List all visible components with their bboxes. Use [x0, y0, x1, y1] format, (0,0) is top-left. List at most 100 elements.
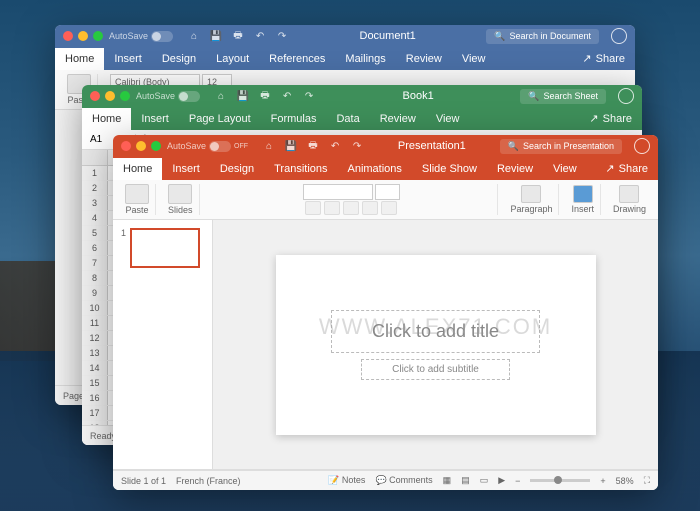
row-header[interactable]: 9	[82, 286, 108, 300]
tab-formulas[interactable]: Formulas	[261, 108, 327, 130]
slide-thumbnail[interactable]: 1	[121, 228, 204, 268]
tab-references[interactable]: References	[259, 48, 335, 70]
redo-icon[interactable]: ↷	[302, 89, 316, 103]
zoom-slider[interactable]	[530, 479, 590, 482]
zoom-in-button[interactable]: +	[600, 476, 605, 486]
row-header[interactable]: 13	[82, 346, 108, 360]
fit-window-icon[interactable]: ⛶	[644, 475, 650, 486]
maximize-button[interactable]	[151, 141, 161, 151]
title-placeholder[interactable]: Click to add title	[331, 310, 540, 353]
share-button[interactable]: ↗Share	[579, 107, 642, 130]
close-button[interactable]	[121, 141, 131, 151]
home-icon[interactable]: ⌂	[187, 29, 201, 43]
tab-layout[interactable]: Layout	[206, 48, 259, 70]
tab-animations[interactable]: Animations	[338, 158, 412, 180]
row-header[interactable]: 14	[82, 361, 108, 375]
row-header[interactable]: 11	[82, 316, 108, 330]
search-box[interactable]: 🔍 Search in Document	[486, 29, 599, 44]
align-icon[interactable]	[521, 185, 541, 203]
tab-insert[interactable]: Insert	[104, 48, 152, 70]
maximize-button[interactable]	[93, 31, 103, 41]
minimize-button[interactable]	[105, 91, 115, 101]
row-header[interactable]: 5	[82, 226, 108, 240]
notes-button[interactable]: 📝 Notes	[328, 475, 365, 486]
tab-review[interactable]: Review	[370, 108, 426, 130]
undo-icon[interactable]: ↶	[328, 139, 342, 153]
language-indicator[interactable]: French (France)	[176, 476, 241, 486]
home-icon[interactable]: ⌂	[262, 139, 276, 153]
insert-icon[interactable]	[573, 185, 593, 203]
tab-design[interactable]: Design	[210, 158, 264, 180]
tab-home[interactable]: Home	[113, 158, 162, 180]
clipboard-icon[interactable]	[125, 184, 149, 204]
underline-button[interactable]	[343, 201, 359, 215]
row-header[interactable]: 6	[82, 241, 108, 255]
home-icon[interactable]: ⌂	[214, 89, 228, 103]
normal-view-icon[interactable]: ▦	[443, 475, 452, 486]
tab-home[interactable]: Home	[55, 48, 104, 70]
save-icon[interactable]: 💾	[209, 29, 223, 43]
close-button[interactable]	[90, 91, 100, 101]
row-header[interactable]: 3	[82, 196, 108, 210]
print-icon[interactable]: 🖶	[231, 29, 245, 43]
row-header[interactable]: 12	[82, 331, 108, 345]
font-size-selector[interactable]	[375, 184, 400, 200]
undo-icon[interactable]: ↶	[253, 29, 267, 43]
row-header[interactable]: 10	[82, 301, 108, 315]
feedback-icon[interactable]	[611, 28, 627, 44]
autosave-toggle[interactable]: AutoSave OFF	[167, 141, 248, 152]
zoom-out-button[interactable]: −	[515, 476, 520, 486]
redo-icon[interactable]: ↷	[350, 139, 364, 153]
slideshow-view-icon[interactable]: ▶	[498, 475, 505, 486]
save-icon[interactable]: 💾	[236, 89, 250, 103]
search-box[interactable]: 🔍 Search in Presentation	[500, 139, 622, 154]
tab-view[interactable]: View	[543, 158, 587, 180]
row-header[interactable]: 8	[82, 271, 108, 285]
share-button[interactable]: ↗Share	[595, 157, 658, 180]
row-header[interactable]: 1	[82, 166, 108, 180]
bold-button[interactable]	[305, 201, 321, 215]
row-header[interactable]: 15	[82, 376, 108, 390]
tab-review[interactable]: Review	[487, 158, 543, 180]
zoom-level[interactable]: 58%	[616, 476, 634, 486]
font-selector[interactable]	[303, 184, 373, 200]
feedback-icon[interactable]	[634, 138, 650, 154]
tab-slideshow[interactable]: Slide Show	[412, 158, 487, 180]
tab-insert[interactable]: Insert	[162, 158, 210, 180]
row-header[interactable]: 7	[82, 256, 108, 270]
close-button[interactable]	[63, 31, 73, 41]
select-all-corner[interactable]	[82, 150, 108, 165]
autosave-toggle[interactable]: AutoSave	[136, 91, 200, 102]
tab-review[interactable]: Review	[396, 48, 452, 70]
search-box[interactable]: 🔍 Search Sheet	[520, 89, 606, 104]
strike-button[interactable]	[362, 201, 378, 215]
slide-canvas[interactable]: Click to add title Click to add subtitle	[276, 255, 596, 435]
row-header[interactable]: 17	[82, 406, 108, 420]
drawing-icon[interactable]	[619, 185, 639, 203]
share-button[interactable]: ↗Share	[572, 47, 635, 70]
comments-button[interactable]: 💬 Comments	[375, 475, 432, 486]
minimize-button[interactable]	[78, 31, 88, 41]
sorter-view-icon[interactable]: ▤	[461, 475, 470, 486]
tab-home[interactable]: Home	[82, 108, 131, 130]
tab-transitions[interactable]: Transitions	[264, 158, 337, 180]
autosave-toggle[interactable]: AutoSave	[109, 31, 173, 42]
reading-view-icon[interactable]: ▭	[480, 475, 489, 486]
tab-insert[interactable]: Insert	[131, 108, 179, 130]
row-header[interactable]: 2	[82, 181, 108, 195]
subtitle-placeholder[interactable]: Click to add subtitle	[361, 359, 510, 380]
italic-button[interactable]	[324, 201, 340, 215]
tab-data[interactable]: Data	[326, 108, 369, 130]
shadow-button[interactable]	[381, 201, 397, 215]
new-slide-icon[interactable]	[168, 184, 192, 204]
row-header[interactable]: 4	[82, 211, 108, 225]
maximize-button[interactable]	[120, 91, 130, 101]
minimize-button[interactable]	[136, 141, 146, 151]
redo-icon[interactable]: ↷	[275, 29, 289, 43]
tab-design[interactable]: Design	[152, 48, 206, 70]
save-icon[interactable]: 💾	[284, 139, 298, 153]
print-icon[interactable]: 🖶	[306, 139, 320, 153]
tab-page-layout[interactable]: Page Layout	[179, 108, 261, 130]
tab-view[interactable]: View	[426, 108, 470, 130]
print-icon[interactable]: 🖶	[258, 89, 272, 103]
